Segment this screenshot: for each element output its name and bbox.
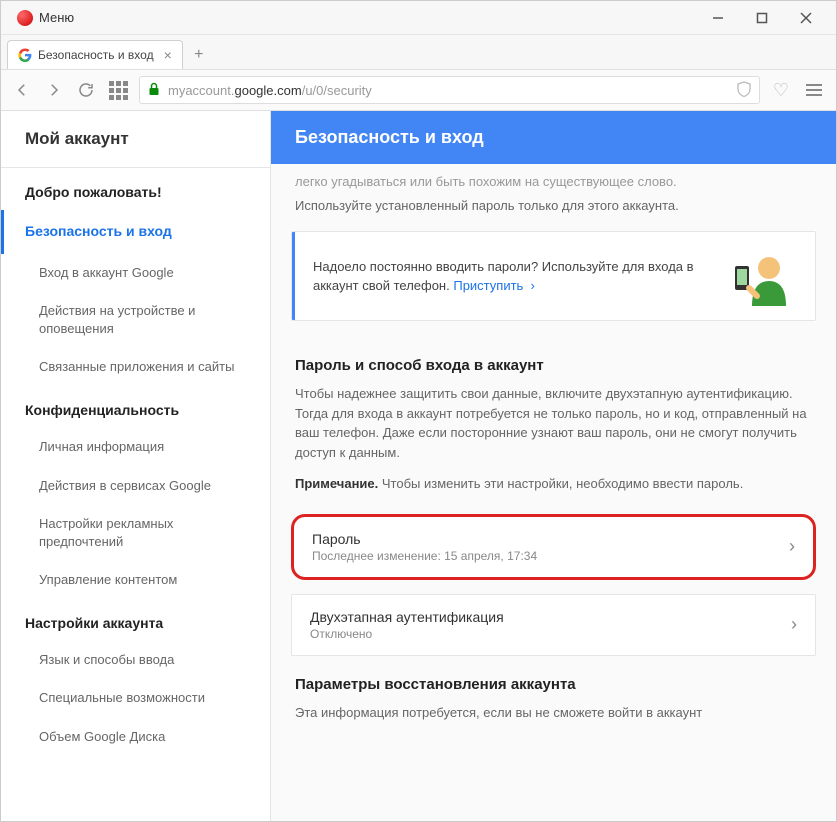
sidebar-section-account-settings[interactable]: Настройки аккаунта [1,599,270,641]
bookmark-button[interactable]: ♡ [770,79,792,101]
sidebar-item-connected-apps[interactable]: Связанные приложения и сайты [1,348,270,386]
two-step-row-sub: Отключено [310,627,791,641]
shield-icon[interactable] [737,81,751,100]
new-tab-button[interactable]: + [185,41,213,69]
sidebar-item-personal-info[interactable]: Личная информация [1,428,270,466]
forward-button[interactable] [43,79,65,101]
lock-icon [148,82,160,99]
phone-illustration-icon [707,246,797,306]
sidebar-item-language[interactable]: Язык и способы ввода [1,641,270,679]
two-step-row[interactable]: Двухэтапная аутентификация Отключено › [291,594,816,656]
close-button[interactable] [784,1,828,35]
menu-button[interactable]: Меню [9,6,82,30]
password-row-sub: Последнее изменение: 15 апреля, 17:34 [312,549,789,563]
tab-title: Безопасность и вход [38,48,154,62]
browser-tab[interactable]: Безопасность и вход × [7,40,183,69]
chevron-right-icon: › [791,614,797,635]
speed-dial-button[interactable] [107,79,129,101]
faded-text-1: легко угадываться или быть похожим на су… [291,164,816,196]
address-bar: myaccount.google.com/u/0/security ♡ [1,69,836,111]
sidebar-item-security[interactable]: Безопасность и вход [1,210,270,254]
url-input[interactable]: myaccount.google.com/u/0/security [139,76,760,104]
two-step-row-title: Двухэтапная аутентификация [310,609,791,625]
password-signin-section: Пароль и способ входа в аккаунт Чтобы на… [291,339,816,514]
menu-label: Меню [39,10,74,25]
easy-setup-button[interactable] [802,80,826,100]
recovery-section: Параметры восстановления аккаунта Эта ин… [291,670,816,729]
section-title: Пароль и способ входа в аккаунт [291,343,816,384]
url-text: myaccount.google.com/u/0/security [168,83,372,98]
sidebar-item-activity[interactable]: Действия в сервисах Google [1,467,270,505]
maximize-button[interactable] [740,1,784,35]
sidebar-item-storage[interactable]: Объем Google Диска [1,718,270,756]
google-favicon-icon [18,48,32,62]
back-button[interactable] [11,79,33,101]
account-header: Мой аккаунт [1,111,270,167]
recovery-desc: Эта информация потребуется, если вы не с… [291,703,816,729]
faded-text-2: Используйте установленный пароль только … [291,196,816,232]
section-desc: Чтобы надежнее защитить свои данные, вкл… [291,384,816,474]
window-titlebar: Меню [1,1,836,35]
section-note: Примечание. Чтобы изменить эти настройки… [291,474,816,510]
password-row[interactable]: Пароль Последнее изменение: 15 апреля, 1… [291,514,816,580]
sidebar-welcome[interactable]: Добро пожаловать! [1,168,270,210]
tab-bar: Безопасность и вход × + [1,35,836,69]
password-row-title: Пароль [312,531,789,547]
phone-signin-banner: Надоело постоянно вводить пароли? Исполь… [291,231,816,321]
sidebar-item-signin[interactable]: Вход в аккаунт Google [1,254,270,292]
sidebar: Мой аккаунт Добро пожаловать! Безопаснос… [1,111,271,821]
sidebar-section-privacy[interactable]: Конфиденциальность [1,386,270,428]
sidebar-item-device-activity[interactable]: Действия на устройстве и оповещения [1,292,270,348]
reload-button[interactable] [75,79,97,101]
banner-link[interactable]: Приступить › [453,278,535,293]
minimize-button[interactable] [696,1,740,35]
banner-text: Надоело постоянно вводить пароли? Исполь… [313,257,707,296]
main-content: Безопасность и вход легко угадываться ил… [271,111,836,821]
sidebar-item-accessibility[interactable]: Специальные возможности [1,679,270,717]
sidebar-item-ads[interactable]: Настройки рекламных предпочтений [1,505,270,561]
page-title: Безопасность и вход [271,111,836,164]
chevron-right-icon: › [789,536,795,557]
tab-close-icon[interactable]: × [164,47,172,63]
sidebar-item-content[interactable]: Управление контентом [1,561,270,599]
page-content: Мой аккаунт Добро пожаловать! Безопаснос… [1,111,836,821]
opera-icon [17,10,33,26]
recovery-title: Параметры восстановления аккаунта [291,670,816,703]
